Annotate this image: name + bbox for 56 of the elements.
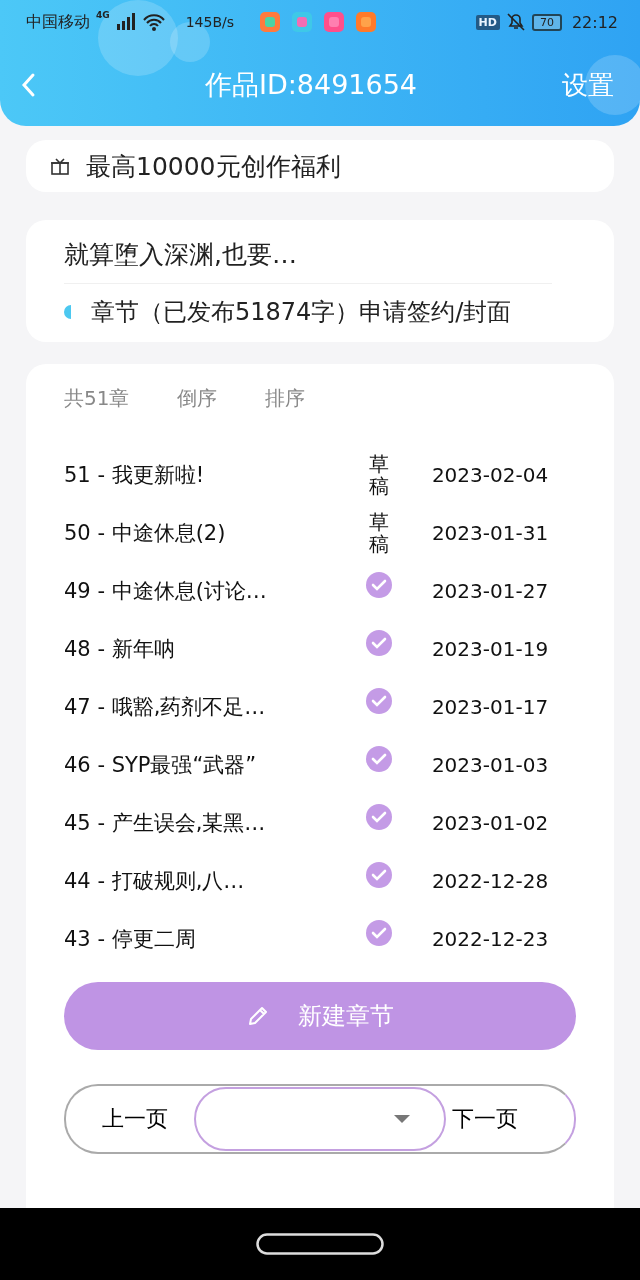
chapter-date: 2023-01-17 bbox=[430, 695, 550, 719]
dropdown-caret-icon bbox=[394, 1115, 410, 1123]
gift-icon bbox=[50, 156, 70, 176]
check-icon bbox=[366, 920, 392, 946]
cover-link[interactable]: 封面 bbox=[463, 296, 512, 328]
chapter-count: 共51章 bbox=[64, 384, 130, 412]
separator-text: / bbox=[455, 298, 464, 326]
draft-label: 草稿 bbox=[369, 511, 389, 555]
pencil-icon bbox=[246, 1004, 270, 1028]
carrier-name: 中国移动 bbox=[26, 11, 90, 33]
chapter-date: 2022-12-23 bbox=[430, 927, 550, 951]
draft-label: 草稿 bbox=[369, 453, 389, 497]
previous-page-button[interactable]: 上一页 bbox=[66, 1104, 194, 1134]
app-icon bbox=[356, 12, 376, 32]
check-icon bbox=[366, 630, 392, 656]
bell-off-icon bbox=[505, 12, 526, 32]
chapters-link[interactable]: 章节（已发布51874字） bbox=[91, 296, 360, 328]
check-icon bbox=[366, 746, 392, 772]
chapter-date: 2023-01-02 bbox=[430, 811, 550, 835]
chapter-title[interactable]: 49 - 中途休息(讨论… bbox=[64, 577, 354, 605]
hd-badge: HD bbox=[475, 14, 500, 30]
signal-icon bbox=[115, 13, 136, 31]
network-speed: 145B/s bbox=[185, 14, 234, 30]
chapter-date: 2023-01-03 bbox=[430, 753, 550, 777]
work-title: 就算堕入深渊,也要… bbox=[64, 240, 297, 269]
chapter-date: 2023-01-31 bbox=[430, 521, 550, 545]
clock-time: 22:12 bbox=[571, 12, 618, 32]
chapter-date: 2023-01-19 bbox=[430, 637, 550, 661]
chapter-title[interactable]: 48 - 新年呐 bbox=[64, 635, 354, 663]
chapter-title[interactable]: 50 - 中途休息(2) bbox=[64, 519, 354, 547]
check-icon bbox=[366, 804, 392, 830]
check-icon bbox=[366, 688, 392, 714]
chapter-date: 2023-02-04 bbox=[430, 463, 550, 487]
battery-level: 70 bbox=[531, 13, 562, 31]
wifi-icon bbox=[141, 13, 166, 31]
chapter-title[interactable]: 46 - SYP最强“武器” bbox=[64, 751, 354, 779]
page-title: 作品ID:8491654 bbox=[203, 68, 419, 102]
network-type: 4G bbox=[96, 10, 110, 20]
chapter-title[interactable]: 47 - 哦豁,药剂不足… bbox=[64, 693, 354, 721]
next-page-button[interactable]: 下一页 bbox=[446, 1104, 518, 1134]
home-handle-icon[interactable] bbox=[256, 1233, 384, 1255]
chapter-title[interactable]: 51 - 我更新啦! bbox=[64, 461, 354, 489]
check-icon bbox=[366, 862, 392, 888]
app-icon bbox=[292, 12, 312, 32]
app-icon bbox=[260, 12, 280, 32]
sort-option[interactable]: 排序 bbox=[265, 384, 306, 412]
chapter-title[interactable]: 43 - 停更二周 bbox=[64, 925, 354, 953]
chapter-date: 2023-01-27 bbox=[430, 579, 550, 603]
sign-contract-link[interactable]: 申请签约 bbox=[359, 296, 456, 328]
back-icon[interactable] bbox=[20, 72, 36, 98]
sort-option[interactable]: 倒序 bbox=[177, 384, 218, 412]
check-icon bbox=[366, 572, 392, 598]
chapter-title[interactable]: 44 - 打破规则,八… bbox=[64, 867, 354, 895]
chapter-date: 2022-12-28 bbox=[430, 869, 550, 893]
chapter-title[interactable]: 45 - 产生误会,某黑… bbox=[64, 809, 354, 837]
app-icon bbox=[324, 12, 344, 32]
